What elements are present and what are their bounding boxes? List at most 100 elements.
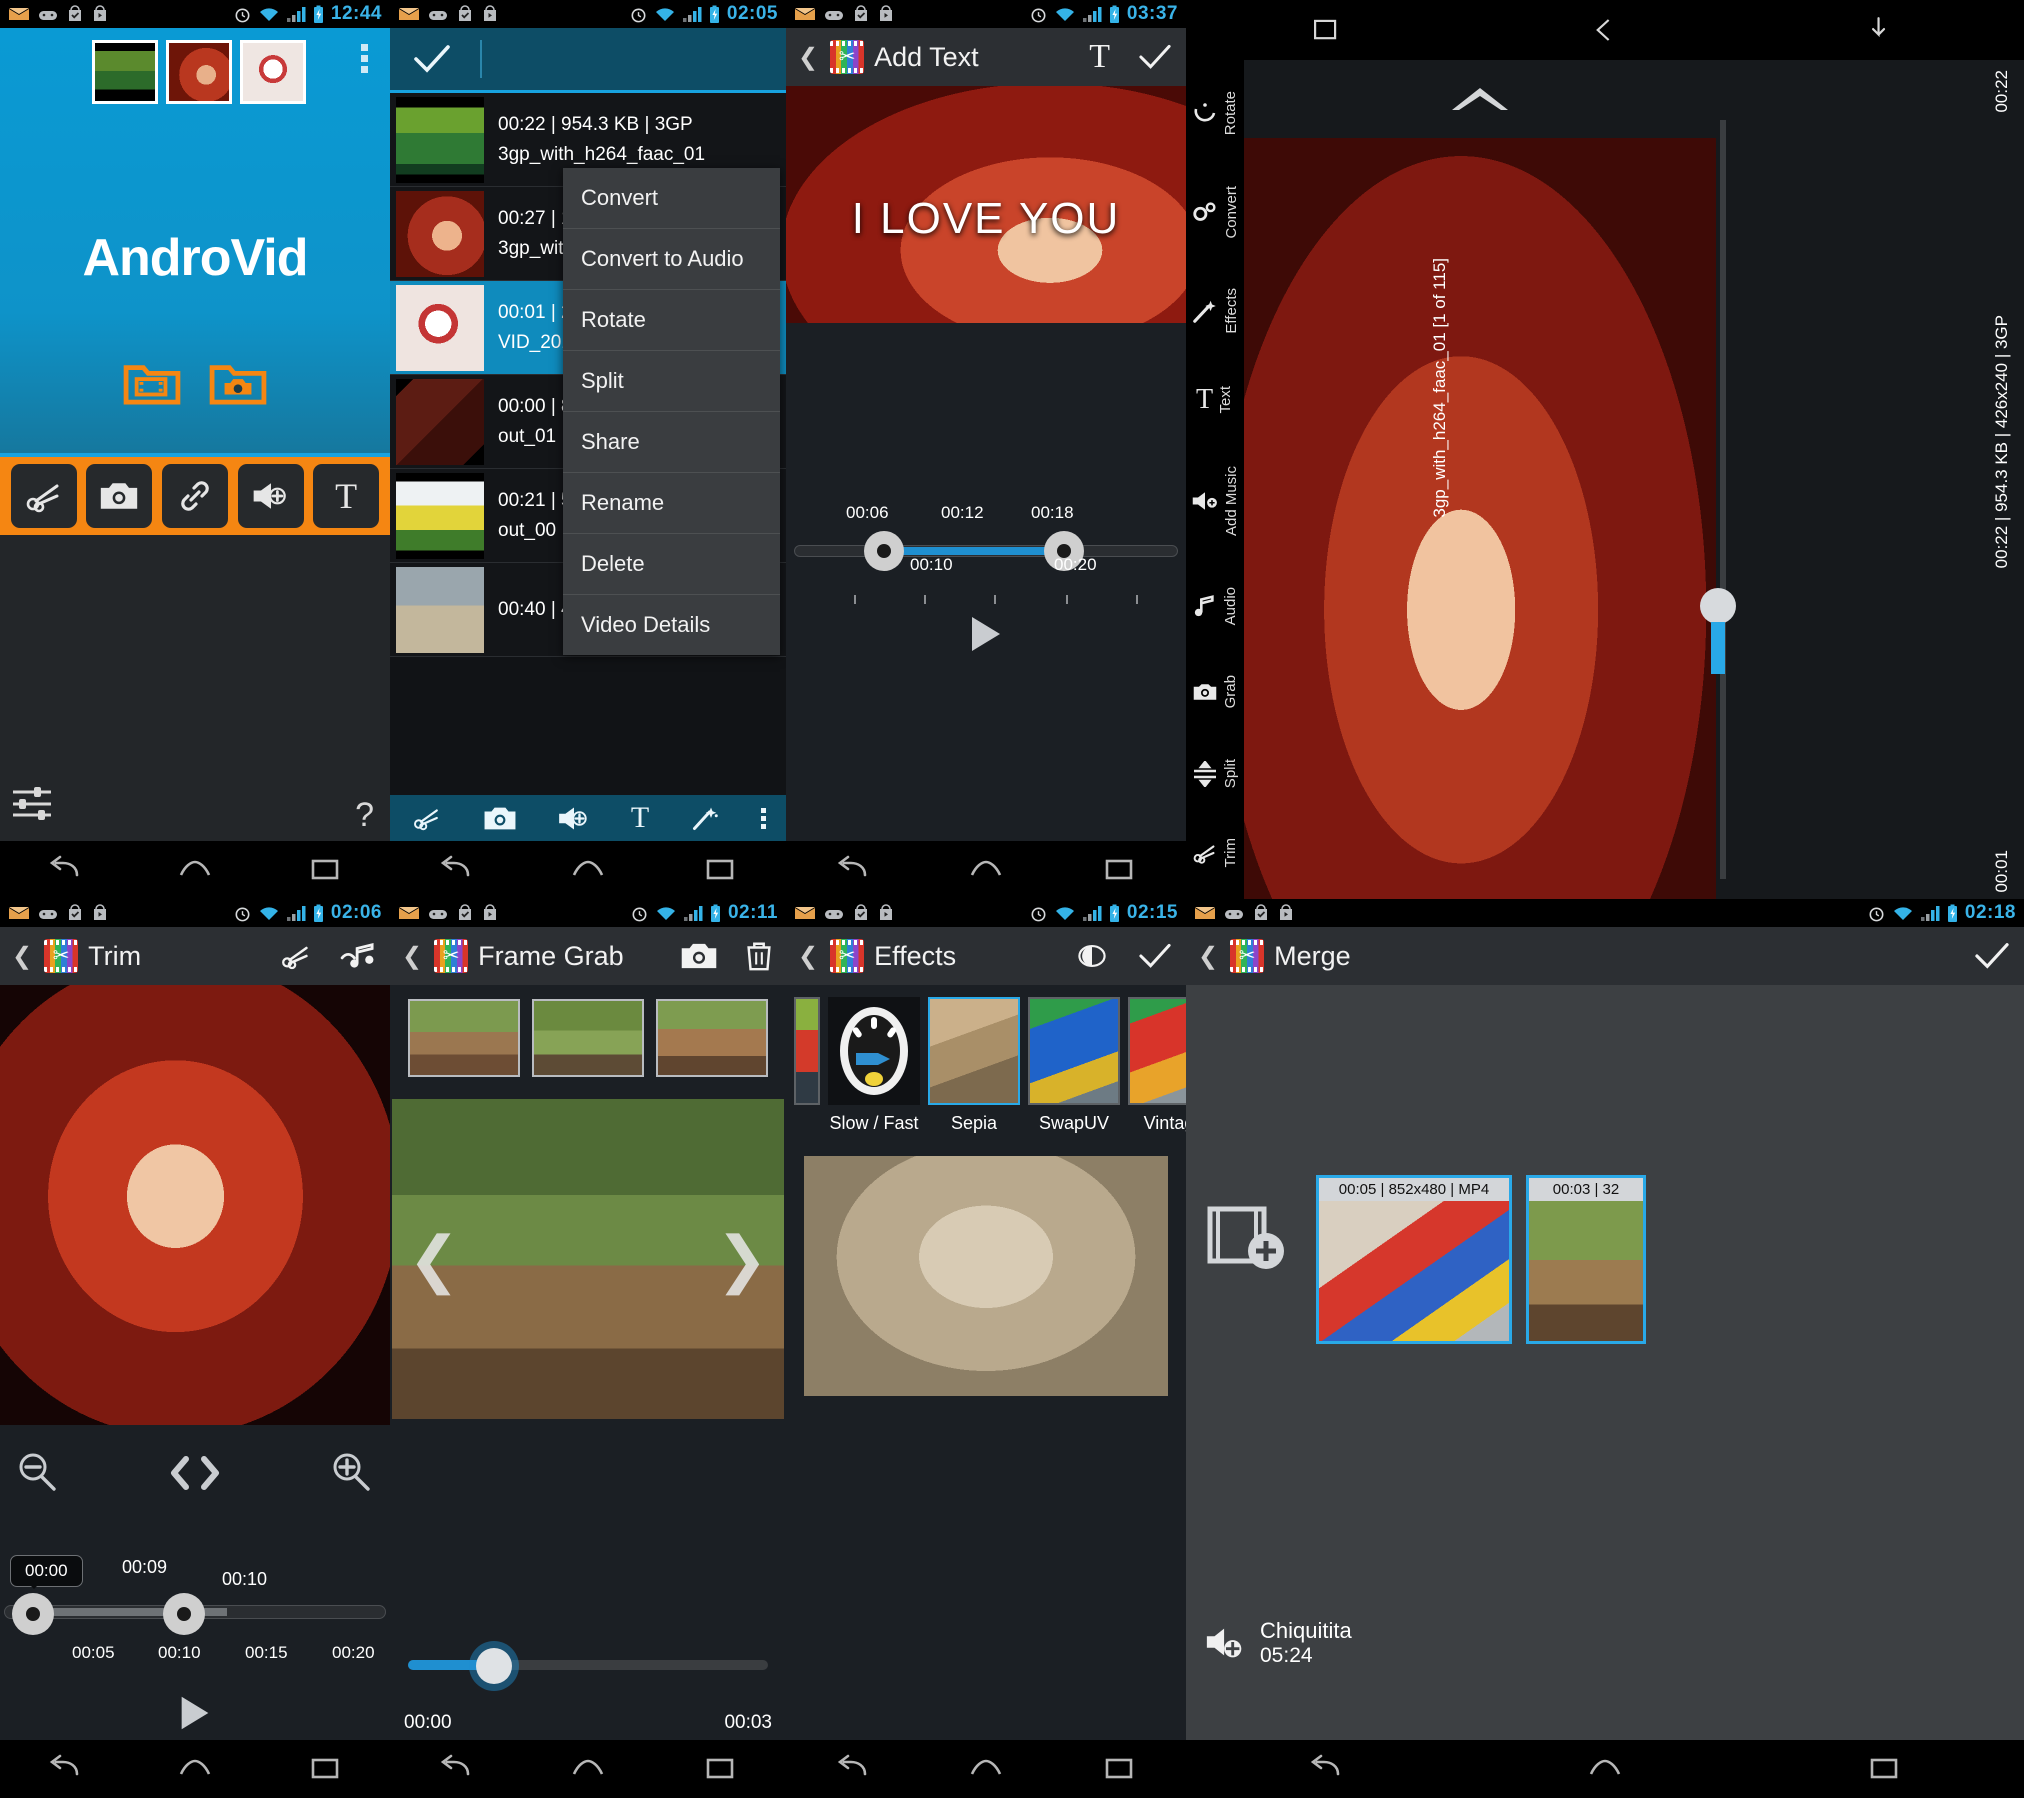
- editor-sidebar[interactable]: Rotate Convert Effects T Text Add Music: [1186, 60, 1244, 899]
- sidebar-item-text[interactable]: T Text: [1196, 384, 1234, 416]
- recents-nav-icon[interactable]: [698, 855, 742, 885]
- menu-item-rename[interactable]: Rename: [563, 473, 780, 534]
- back-nav-icon[interactable]: [434, 855, 478, 885]
- play-button[interactable]: [0, 1693, 390, 1738]
- delete-icon[interactable]: [744, 940, 774, 972]
- tool-addmusic-button[interactable]: [238, 464, 304, 528]
- merge-clip-list[interactable]: 00:05 | 852x480 | MP4 00:03 | 32: [1316, 1175, 2024, 1344]
- back-chevron-icon[interactable]: ❮: [798, 43, 818, 72]
- menu-item-video-details[interactable]: Video Details: [563, 595, 780, 655]
- prev-arrow-icon[interactable]: ❮: [408, 1223, 460, 1296]
- sidebar-item-grab[interactable]: Grab: [1192, 675, 1239, 708]
- zoom-out-icon[interactable]: [14, 1451, 62, 1495]
- recent-thumb-2[interactable]: [166, 40, 232, 104]
- camera-icon[interactable]: [483, 805, 517, 832]
- settings-equalizer-button[interactable]: [10, 782, 54, 827]
- sidebar-item-rotate[interactable]: Rotate: [1192, 91, 1239, 135]
- back-chevron-icon[interactable]: ❮: [402, 942, 422, 971]
- overflow-menu-button[interactable]: [361, 44, 368, 73]
- trim-end-handle[interactable]: [163, 1593, 205, 1635]
- context-menu[interactable]: Convert Convert to Audio Rotate Split Sh…: [563, 168, 780, 655]
- merge-clip[interactable]: 00:03 | 32: [1526, 1175, 1646, 1344]
- tool-addtext-button[interactable]: T: [313, 464, 379, 528]
- scroll-track[interactable]: [1720, 120, 1726, 879]
- recent-thumb-1[interactable]: [92, 40, 158, 104]
- help-button[interactable]: ?: [355, 796, 374, 835]
- sidebar-item-add-music[interactable]: Add Music: [1191, 466, 1240, 536]
- text-style-icon[interactable]: T: [1089, 38, 1110, 76]
- effect-preview[interactable]: [804, 1156, 1168, 1396]
- menu-item-rotate[interactable]: Rotate: [563, 290, 780, 351]
- sidebar-item-split[interactable]: Split: [1192, 759, 1239, 788]
- recents-nav-icon[interactable]: [698, 1754, 742, 1784]
- add-text-icon[interactable]: T: [631, 801, 649, 835]
- home-nav-icon[interactable]: [964, 855, 1008, 885]
- grabbed-frame[interactable]: [656, 999, 768, 1077]
- tool-trim-button[interactable]: [11, 464, 77, 528]
- home-nav-icon[interactable]: [173, 1754, 217, 1784]
- menu-item-convert-to-audio[interactable]: Convert to Audio: [563, 229, 780, 290]
- text-duration-timeline[interactable]: 00:06 00:12 00:18 00:10 00:20: [786, 503, 1186, 599]
- zoom-in-icon[interactable]: [328, 1451, 376, 1495]
- back-nav-icon[interactable]: [434, 1754, 478, 1784]
- sidebar-item-convert[interactable]: Convert: [1191, 186, 1240, 239]
- check-icon[interactable]: [1136, 941, 1174, 971]
- effect-item-sepia[interactable]: Sepia: [928, 997, 1020, 1134]
- tool-merge-button[interactable]: [162, 464, 228, 528]
- home-nav-icon[interactable]: [566, 1754, 610, 1784]
- effect-item-vintage[interactable]: Vintage: [1128, 997, 1186, 1134]
- recents-nav-icon[interactable]: [1306, 15, 1346, 45]
- video-folder-icon[interactable]: [123, 358, 181, 406]
- merge-clip[interactable]: 00:05 | 852x480 | MP4: [1316, 1175, 1512, 1344]
- menu-item-convert[interactable]: Convert: [563, 168, 780, 229]
- video-preview[interactable]: [0, 985, 390, 1425]
- back-nav-icon[interactable]: [1304, 1754, 1348, 1784]
- menu-item-delete[interactable]: Delete: [563, 534, 780, 595]
- check-icon[interactable]: [1136, 42, 1174, 72]
- sidebar-item-audio[interactable]: Audio: [1192, 587, 1239, 625]
- sidebar-item-effects[interactable]: Effects: [1191, 288, 1240, 334]
- home-nav-icon[interactable]: [566, 855, 610, 885]
- home-nav-icon[interactable]: [1585, 15, 1625, 45]
- overflow-icon[interactable]: [761, 808, 766, 829]
- back-nav-icon[interactable]: [831, 855, 875, 885]
- recents-nav-icon[interactable]: [1097, 1754, 1141, 1784]
- menu-item-split[interactable]: Split: [563, 351, 780, 412]
- scissors-icon[interactable]: [278, 940, 314, 972]
- add-clip-button[interactable]: [1204, 1195, 1290, 1284]
- add-music-icon[interactable]: [556, 805, 592, 832]
- recents-nav-icon[interactable]: [303, 855, 347, 885]
- back-nav-icon[interactable]: [43, 1754, 87, 1784]
- grabbed-frame[interactable]: [408, 999, 520, 1077]
- video-preview[interactable]: ❮ ❯: [392, 1099, 784, 1419]
- recents-nav-icon[interactable]: [303, 1754, 347, 1784]
- check-icon[interactable]: [1972, 940, 2012, 972]
- recents-nav-icon[interactable]: [1097, 855, 1141, 885]
- recent-thumbnails[interactable]: [0, 28, 390, 104]
- grabbed-frames-strip[interactable]: [390, 985, 786, 1091]
- background-music[interactable]: Chiquitita 05:24: [1204, 1618, 1352, 1668]
- magic-wand-icon[interactable]: [688, 803, 722, 833]
- home-nav-icon[interactable]: [1583, 1754, 1627, 1784]
- back-chevron-icon[interactable]: ❮: [798, 942, 818, 971]
- effect-item-swapuv[interactable]: SwapUV: [1028, 997, 1120, 1134]
- video-preview[interactable]: I LOVE YOU: [786, 86, 1186, 351]
- grabbed-frame[interactable]: [532, 999, 644, 1077]
- tool-framegrab-button[interactable]: [86, 464, 152, 528]
- timeline-start-handle[interactable]: [864, 531, 904, 571]
- back-chevron-icon[interactable]: ❮: [1198, 942, 1218, 971]
- recents-nav-icon[interactable]: [1862, 1754, 1906, 1784]
- back-chevron-icon[interactable]: ❮: [12, 942, 32, 971]
- play-button[interactable]: [786, 613, 1186, 660]
- collapse-bar[interactable]: [1244, 60, 1716, 138]
- extract-audio-icon[interactable]: [340, 941, 378, 971]
- text-overlay[interactable]: I LOVE YOU: [786, 86, 1186, 351]
- effect-item-partial[interactable]: [794, 997, 820, 1113]
- preview-eye-icon[interactable]: [1074, 941, 1110, 971]
- menu-item-share[interactable]: Share: [563, 412, 780, 473]
- check-icon[interactable]: [412, 42, 452, 76]
- scissors-icon[interactable]: [410, 803, 444, 833]
- seek-thumb[interactable]: [476, 1648, 512, 1684]
- sidebar-item-trim[interactable]: Trim: [1192, 838, 1239, 867]
- camera-icon[interactable]: [680, 941, 718, 971]
